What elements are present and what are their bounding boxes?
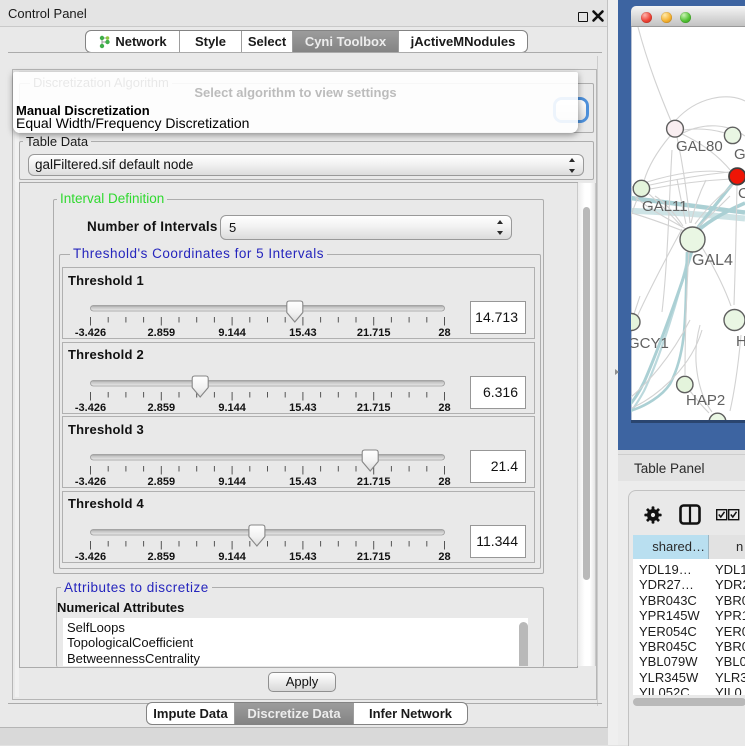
svg-text:-3.426: -3.426 [75, 551, 106, 562]
svg-text:21.715: 21.715 [357, 402, 391, 413]
svg-text:28: 28 [438, 551, 450, 562]
svg-text:GAL80: GAL80 [676, 138, 723, 155]
svg-text:15.43: 15.43 [289, 402, 317, 413]
svg-text:-3.426: -3.426 [75, 327, 106, 338]
svg-text:2.859: 2.859 [148, 327, 176, 338]
svg-text:GCY1: GCY1 [631, 335, 669, 352]
svg-text:2.859: 2.859 [148, 402, 176, 413]
svg-text:28: 28 [438, 402, 450, 413]
svg-text:15.43: 15.43 [289, 551, 317, 562]
svg-text:9.144: 9.144 [218, 402, 246, 413]
svg-text:9.144: 9.144 [218, 327, 246, 338]
svg-text:GAL4: GAL4 [692, 252, 733, 269]
svg-text:-3.426: -3.426 [75, 476, 106, 487]
svg-text:28: 28 [438, 476, 450, 487]
svg-text:21.715: 21.715 [357, 476, 391, 487]
svg-text:CO: CO [738, 185, 745, 202]
svg-text:15.43: 15.43 [289, 327, 317, 338]
svg-text:2.859: 2.859 [148, 476, 176, 487]
svg-text:2.859: 2.859 [148, 551, 176, 562]
svg-text:28: 28 [438, 327, 450, 338]
svg-text:GA: GA [734, 146, 745, 163]
svg-text:9.144: 9.144 [218, 551, 246, 562]
svg-text:-3.426: -3.426 [75, 402, 106, 413]
svg-text:HAP2: HAP2 [686, 392, 725, 409]
svg-text:HS: HS [736, 333, 745, 350]
svg-text:21.715: 21.715 [357, 551, 391, 562]
svg-text:GAL11: GAL11 [642, 198, 688, 215]
svg-text:9.144: 9.144 [218, 476, 246, 487]
svg-text:15.43: 15.43 [289, 476, 317, 487]
svg-text:21.715: 21.715 [357, 327, 391, 338]
